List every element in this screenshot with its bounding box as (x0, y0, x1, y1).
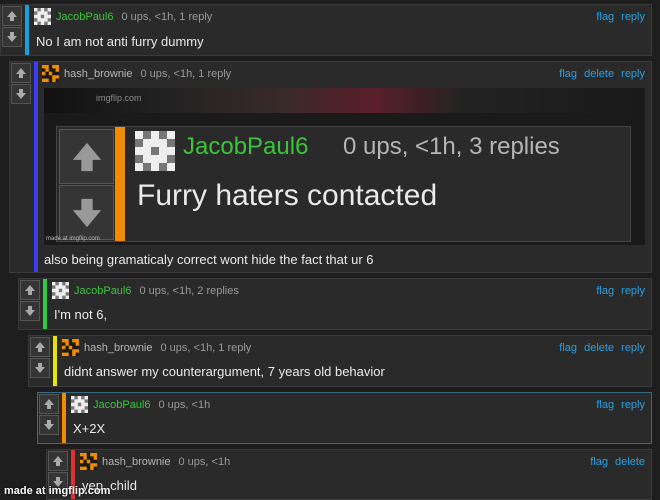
downvote-button[interactable] (30, 358, 50, 378)
delete-link[interactable]: delete (615, 456, 645, 468)
flag-link[interactable]: flag (596, 11, 614, 23)
comment-3: hash_brownie 0 ups, <1h, 1 reply flag de… (28, 335, 652, 387)
thread-bar (115, 127, 125, 241)
comment-2: JacobPaul6 0 ups, <1h, 2 replies flag re… (18, 278, 652, 330)
vote-box (10, 62, 32, 104)
comment-meta: 0 ups, <1h, 1 reply (160, 341, 252, 354)
embed-meta: 0 ups, <1h, 3 replies (343, 133, 560, 160)
thread-bar (34, 62, 38, 272)
upvote-button[interactable] (2, 6, 22, 26)
thread-bar (53, 336, 57, 386)
comment-5: hash_brownie 0 ups, <1h flag delete yep,… (46, 449, 652, 500)
reply-link[interactable]: reply (621, 11, 645, 23)
comment-meta: 0 ups, <1h, 1 reply (121, 10, 213, 23)
avatar-icon (62, 339, 79, 356)
comment-header: JacobPaul6 0 ups, <1h, 1 reply (34, 8, 212, 25)
downvote-button[interactable] (20, 301, 40, 321)
comment-actions: flag delete reply (555, 68, 645, 80)
embed-username: JacobPaul6 (183, 133, 309, 160)
downvote-button[interactable] (2, 27, 22, 47)
flag-link[interactable]: flag (596, 285, 614, 297)
flag-link[interactable]: flag (559, 68, 577, 80)
comment-meta: 0 ups, <1h, 1 reply (140, 67, 232, 80)
comment-actions: flag reply (592, 11, 645, 23)
comment-text: didnt answer my counterargument, 7 years… (64, 364, 385, 379)
embed-watermark: made at imgflip.com (46, 236, 100, 242)
upvote-icon (59, 129, 114, 184)
thread-bar (62, 393, 66, 443)
delete-link[interactable]: delete (584, 342, 614, 354)
comment-text: I'm not 6, (54, 307, 108, 322)
comment-header: JacobPaul6 0 ups, <1h (71, 396, 210, 413)
avatar-icon (71, 396, 88, 413)
comment-header: hash_brownie 0 ups, <1h, 1 reply (42, 65, 231, 82)
upvote-button[interactable] (48, 451, 68, 471)
comment-actions: flag delete (586, 456, 645, 468)
vote-box (38, 393, 60, 435)
comment-meta: 0 ups, <1h (178, 455, 231, 468)
avatar-icon (52, 282, 69, 299)
downvote-button[interactable] (11, 84, 31, 104)
comment-4: JacobPaul6 0 ups, <1h flag reply X+2X (37, 392, 652, 444)
username-link[interactable]: JacobPaul6 (56, 11, 114, 23)
comment-actions: flag delete reply (555, 342, 645, 354)
flag-link[interactable]: flag (590, 456, 608, 468)
embedded-image[interactable]: imgflip.com JacobPaul6 0 ups, <1h, 3 rep… (44, 88, 645, 245)
comment-text: also being gramaticaly correct wont hide… (44, 252, 374, 267)
username-link[interactable]: JacobPaul6 (93, 399, 151, 411)
thread-bar (43, 279, 47, 329)
username-link[interactable]: hash_brownie (84, 342, 153, 354)
embed-text: Furry haters contacted (137, 179, 438, 212)
vote-box (1, 5, 23, 47)
vote-box (19, 279, 41, 321)
flag-link[interactable]: flag (559, 342, 577, 354)
avatar-icon (34, 8, 51, 25)
comment-meta: 0 ups, <1h (158, 398, 211, 411)
reply-link[interactable]: reply (621, 285, 645, 297)
reply-link[interactable]: reply (621, 342, 645, 354)
avatar-icon (42, 65, 59, 82)
downvote-icon (59, 185, 114, 240)
imgflip-watermark: made at imgflip.com (4, 485, 111, 497)
thread-bar (25, 5, 29, 55)
upvote-button[interactable] (20, 280, 40, 300)
username-link[interactable]: JacobPaul6 (74, 285, 132, 297)
downvote-button[interactable] (39, 415, 59, 435)
avatar-icon (135, 131, 175, 171)
comment-text: No I am not anti furry dummy (36, 34, 204, 49)
comment-0: JacobPaul6 0 ups, <1h, 1 reply flag repl… (0, 4, 652, 56)
comment-header: JacobPaul6 0 ups, <1h, 2 replies (52, 282, 239, 299)
avatar-icon (80, 453, 97, 470)
comment-header: hash_brownie 0 ups, <1h (80, 453, 230, 470)
comment-actions: flag reply (592, 399, 645, 411)
upvote-button[interactable] (11, 63, 31, 83)
upvote-button[interactable] (39, 394, 59, 414)
vote-box (29, 336, 51, 378)
username-link[interactable]: hash_brownie (64, 68, 133, 80)
flag-link[interactable]: flag (596, 399, 614, 411)
comment-meta: 0 ups, <1h, 2 replies (139, 284, 239, 297)
comment-actions: flag reply (592, 285, 645, 297)
comment-text: X+2X (73, 421, 106, 436)
reply-link[interactable]: reply (621, 399, 645, 411)
delete-link[interactable]: delete (584, 68, 614, 80)
upvote-button[interactable] (30, 337, 50, 357)
embed-comment: JacobPaul6 0 ups, <1h, 3 replies Furry h… (56, 126, 631, 242)
embed-top-watermark: imgflip.com (96, 93, 142, 103)
username-link[interactable]: hash_brownie (102, 456, 171, 468)
reply-link[interactable]: reply (621, 68, 645, 80)
comment-header: hash_brownie 0 ups, <1h, 1 reply (62, 339, 251, 356)
